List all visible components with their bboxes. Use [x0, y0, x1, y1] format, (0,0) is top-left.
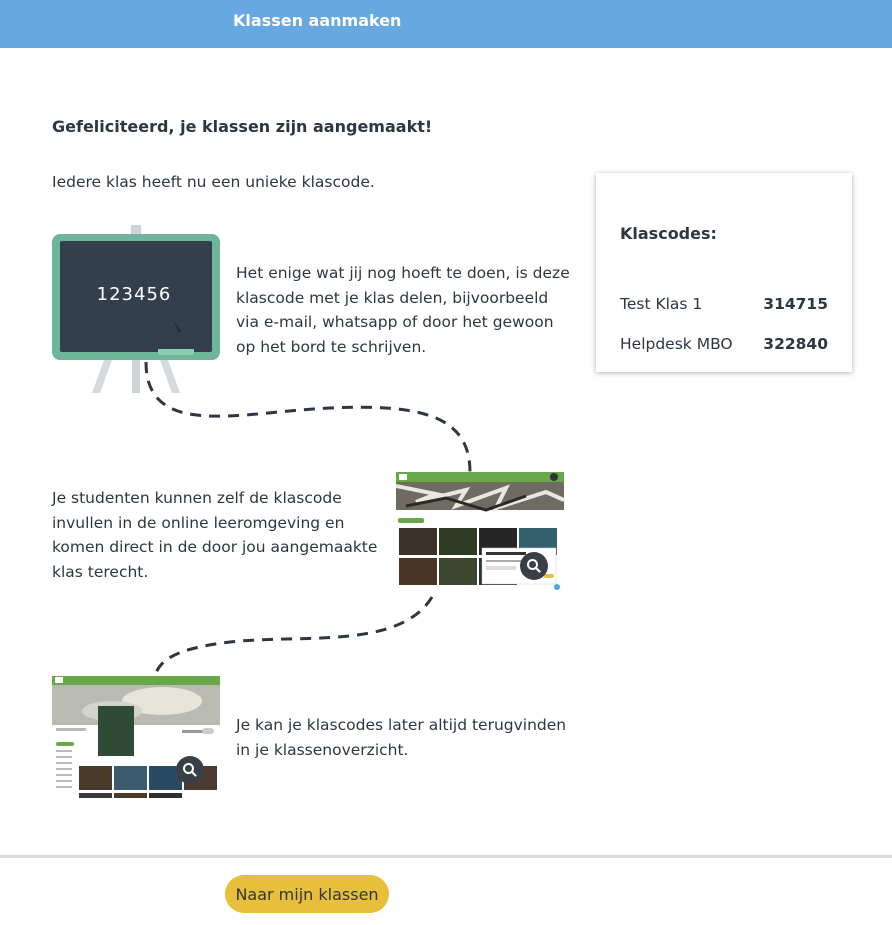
class-codes-heading: Klascodes:	[620, 224, 717, 243]
paragraph-students: Je studenten kunnen zelf de klascode inv…	[52, 489, 378, 581]
chalkboard-illustration: 123456	[52, 225, 220, 395]
paragraph-overview: Je kan je klascodes later altijd terugvi…	[236, 716, 567, 759]
footer-divider	[0, 855, 892, 858]
board-code: 123456	[96, 284, 172, 305]
magnifier-icon	[176, 756, 204, 784]
congrats-heading: Gefeliciteerd, je klassen zijn aangemaak…	[52, 117, 433, 136]
magnifier-icon	[520, 552, 548, 580]
intro-text: Iedere klas heeft nu een unieke klascode…	[52, 173, 375, 191]
page-title: Klassen aanmaken	[233, 11, 402, 30]
class-code: 322840	[763, 335, 828, 353]
header-bar: Klassen aanmaken	[0, 0, 892, 48]
paragraph-share-code: Het enige wat jij nog hoeft te doen, is …	[236, 264, 570, 356]
class-codes-card: Klascodes: Test Klas 1 314715 Helpdesk M…	[596, 173, 852, 372]
class-code: 314715	[763, 295, 828, 313]
class-name: Test Klas 1	[620, 295, 703, 313]
class-name: Helpdesk MBO	[620, 335, 733, 353]
my-classes-button[interactable]: Naar mijn klassen	[225, 875, 389, 913]
